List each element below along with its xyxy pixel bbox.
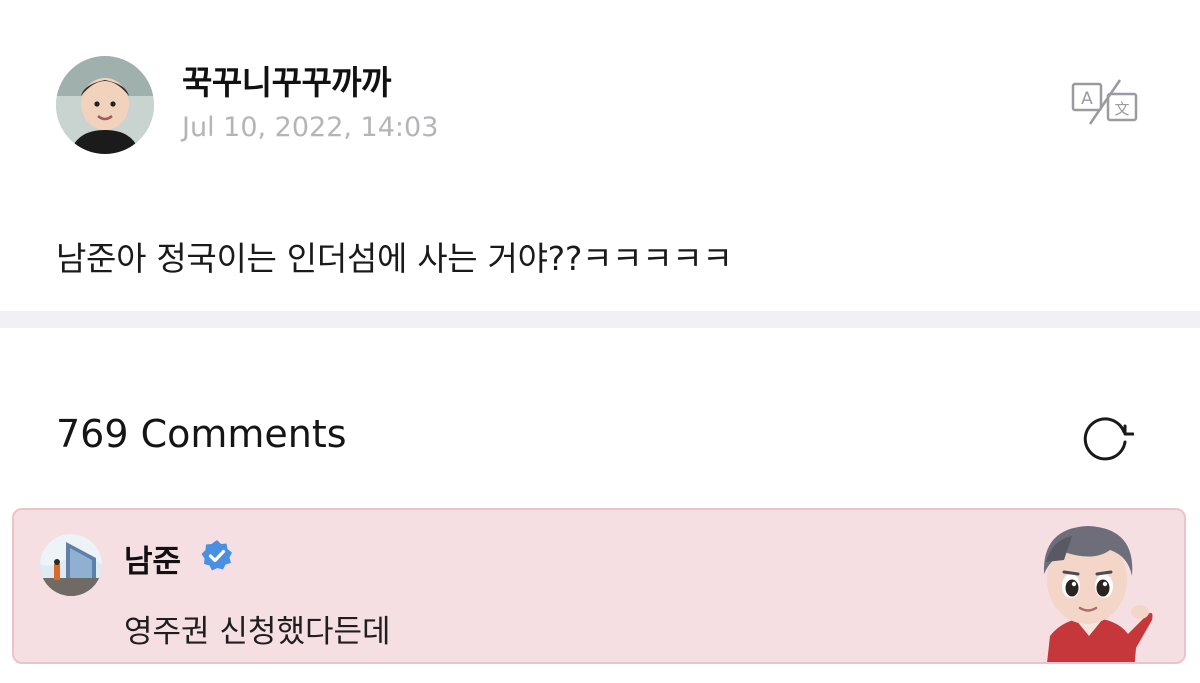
post-screen: 꾹꾸니꾸꾸까까 Jul 10, 2022, 14:03 A 文 남준아 정국이는… (0, 0, 1200, 683)
comments-count-heading: 769 Comments (56, 412, 347, 456)
translate-icon[interactable]: A 文 (1070, 78, 1140, 126)
svg-text:A: A (1081, 89, 1093, 109)
section-divider (0, 311, 1200, 328)
highlighted-comment[interactable]: 남준 영주권 신청했다든데 (12, 508, 1186, 664)
comment-text: 영주권 신청했다든데 (124, 614, 391, 650)
comment-author-avatar[interactable] (40, 534, 102, 596)
verified-badge-icon (200, 539, 234, 573)
svg-text:文: 文 (1114, 100, 1129, 118)
character-sticker-icon (1024, 516, 1154, 662)
post-body-text: 남준아 정국이는 인더섬에 사는 거야??ㅋㅋㅋㅋㅋ (56, 239, 733, 278)
comment-author-name[interactable]: 남준 (124, 536, 181, 581)
post-timestamp: Jul 10, 2022, 14:03 (182, 112, 439, 143)
post-author-name[interactable]: 꾹꾸니꾸꾸까까 (182, 56, 392, 104)
post-author-avatar[interactable] (56, 56, 154, 154)
refresh-icon[interactable] (1078, 410, 1135, 466)
